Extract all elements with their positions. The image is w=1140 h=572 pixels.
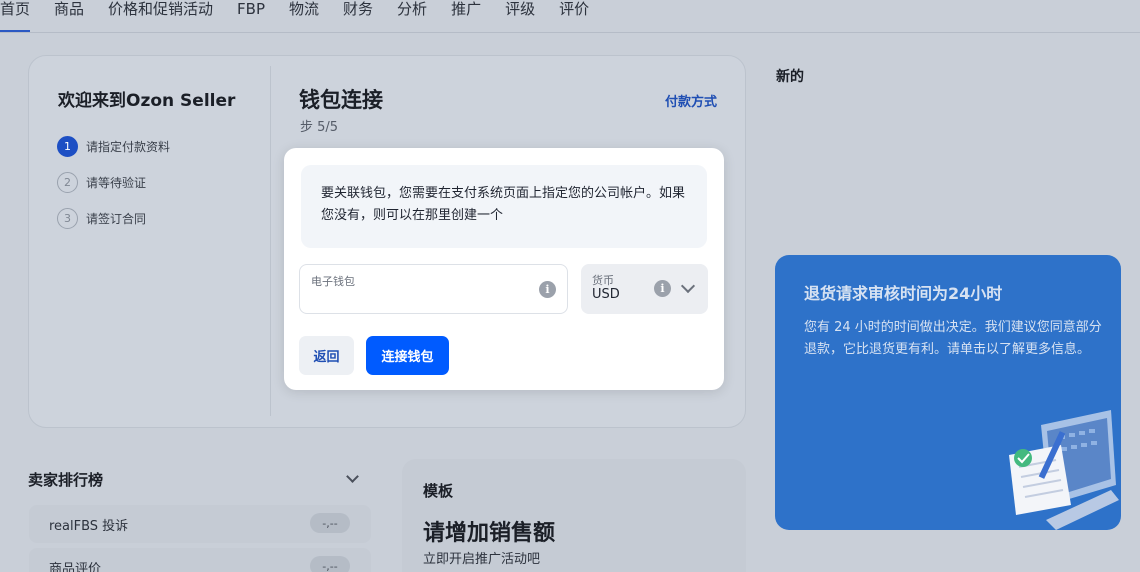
step-item[interactable]: 3 请签订合同 <box>57 200 170 236</box>
step-number: 2 <box>57 171 78 193</box>
payment-method-link[interactable]: 付款方式 <box>665 91 717 110</box>
step-label: 请签订合同 <box>86 211 147 226</box>
rating-row[interactable]: 商品评价 -,-- <box>29 548 371 572</box>
currency-label: 货币 <box>592 274 614 287</box>
wallet-connect-modal: 要关联钱包，您需要在支付系统页面上指定您的公司帐户。如果您没有，则可以在那里创建… <box>284 148 724 390</box>
step-number: 3 <box>57 207 78 229</box>
tab-logistics[interactable]: 物流 <box>277 0 331 32</box>
tab-products[interactable]: 商品 <box>42 0 96 32</box>
step-label: 请等待验证 <box>86 175 147 190</box>
tab-promotion[interactable]: 推广 <box>439 0 493 32</box>
chevron-down-icon[interactable] <box>346 470 359 483</box>
connect-wallet-button[interactable]: 连接钱包 <box>366 336 449 375</box>
step-item[interactable]: 2 请等待验证 <box>57 164 170 200</box>
step-counter: 步 5/5 <box>300 120 339 135</box>
back-button[interactable]: 返回 <box>299 336 354 375</box>
template-label: 模板 <box>423 482 454 500</box>
info-icon[interactable]: i <box>654 280 671 297</box>
welcome-title: 欢迎来到Ozon Seller <box>58 91 236 111</box>
currency-value: USD <box>592 287 620 302</box>
tab-rating[interactable]: 评级 <box>493 0 547 32</box>
rating-row-value: -,-- <box>310 513 350 533</box>
card-divider <box>270 66 271 416</box>
template-title: 请增加销售额 <box>423 521 556 546</box>
promo-banner[interactable]: 退货请求审核时间为24小时 您有 24 小时的时间做出决定。我们建议您同意部分退… <box>775 255 1121 530</box>
step-item[interactable]: 1 请指定付款资料 <box>57 128 170 164</box>
chevron-down-icon[interactable] <box>680 278 696 294</box>
rating-row-label: realFBS 投诉 <box>49 519 129 534</box>
step-label: 请指定付款资料 <box>86 139 171 154</box>
tab-reviews[interactable]: 评价 <box>547 0 601 32</box>
wallet-notice: 要关联钱包，您需要在支付系统页面上指定您的公司帐户。如果您没有，则可以在那里创建… <box>301 165 707 248</box>
tab-prices-promotions[interactable]: 价格和促销活动 <box>96 0 225 32</box>
rating-row-label: 商品评价 <box>49 562 102 572</box>
promo-title: 退货请求审核时间为24小时 <box>804 284 1003 303</box>
e-wallet-label: 电子钱包 <box>311 275 355 288</box>
top-nav: 首页 商品 价格和促销活动 FBP 物流 财务 分析 推广 评级 评价 <box>0 0 1140 33</box>
template-card[interactable]: 模板 请增加销售额 立即开启推广活动吧 <box>402 459 746 572</box>
template-subtitle: 立即开启推广活动吧 <box>423 552 541 567</box>
promo-text: 您有 24 小时的时间做出决定。我们建议您同意部分退款，它比退货更有利。请单击以… <box>804 320 1102 357</box>
tab-home[interactable]: 首页 <box>0 0 42 32</box>
info-icon[interactable]: i <box>539 281 556 298</box>
e-wallet-field[interactable]: 电子钱包 i <box>299 264 568 314</box>
tab-finance[interactable]: 财务 <box>331 0 385 32</box>
laptop-document-illustration <box>1009 410 1119 530</box>
news-title: 新的 <box>776 69 804 85</box>
tab-analytics[interactable]: 分析 <box>385 0 439 32</box>
rating-row[interactable]: realFBS 投诉 -,-- <box>29 505 371 543</box>
tab-fbp[interactable]: FBP <box>225 0 277 32</box>
seller-rating-title: 卖家排行榜 <box>28 471 104 489</box>
currency-select[interactable]: 货币 USD i <box>581 264 708 314</box>
rating-row-value: -,-- <box>310 556 350 572</box>
step-number: 1 <box>57 135 78 157</box>
onboarding-steps: 1 请指定付款资料 2 请等待验证 3 请签订合同 <box>57 128 170 236</box>
wallet-connect-title: 钱包连接 <box>299 88 383 112</box>
